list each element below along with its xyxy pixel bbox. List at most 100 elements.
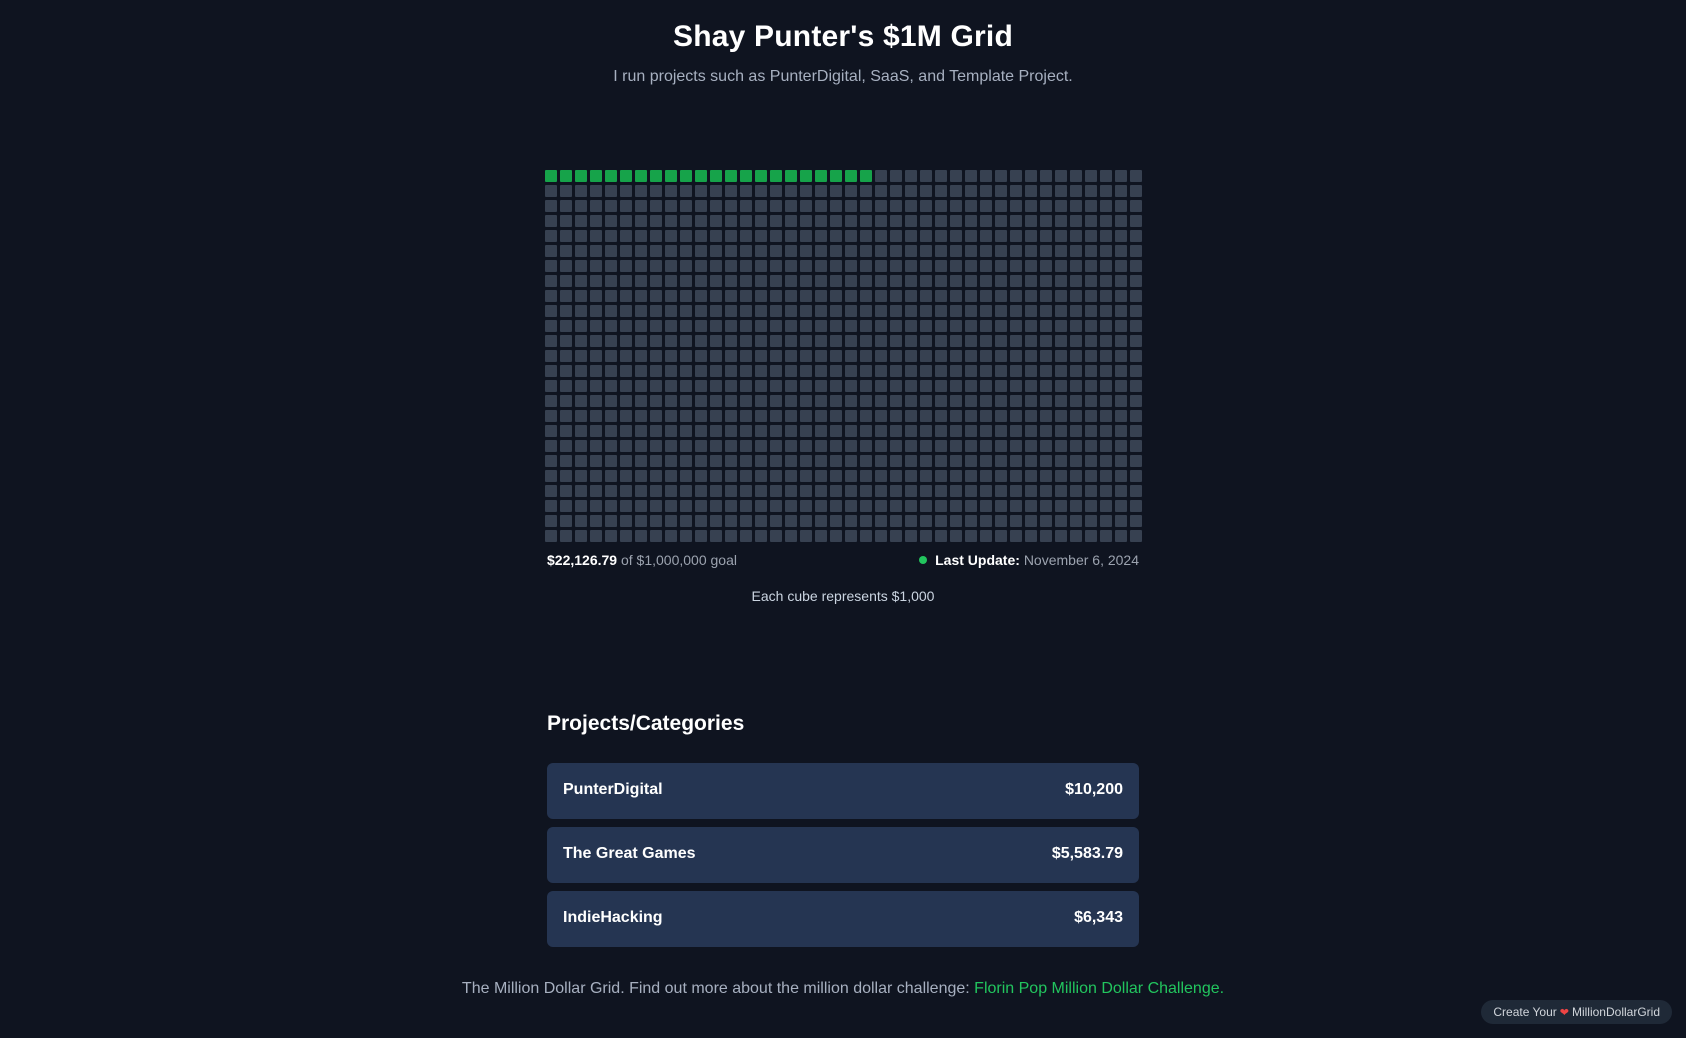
- grid-cube-empty: [995, 170, 1007, 182]
- grid-cube-empty: [845, 410, 857, 422]
- project-item-punterdigital[interactable]: PunterDigital $10,200: [547, 763, 1139, 819]
- grid-cube-empty: [545, 380, 557, 392]
- grid-cube-empty: [1055, 395, 1067, 407]
- grid-cube-empty: [560, 350, 572, 362]
- grid-cube-empty: [770, 230, 782, 242]
- grid-cube-empty: [800, 305, 812, 317]
- grid-cube-empty: [560, 320, 572, 332]
- grid-cube-empty: [995, 410, 1007, 422]
- grid-cube-empty: [605, 425, 617, 437]
- grid-cube-empty: [830, 425, 842, 437]
- grid-cube-empty: [890, 380, 902, 392]
- grid-cube-empty: [605, 200, 617, 212]
- grid-cube-empty: [875, 245, 887, 257]
- grid-cube-empty: [830, 380, 842, 392]
- grid-cube-empty: [980, 485, 992, 497]
- grid-cube-empty: [1130, 365, 1142, 377]
- grid-cube-empty: [800, 260, 812, 272]
- grid-cube-empty: [590, 410, 602, 422]
- grid-cube-empty: [755, 515, 767, 527]
- grid-cube-empty: [860, 425, 872, 437]
- project-item-the-great-games[interactable]: The Great Games $5,583.79: [547, 827, 1139, 883]
- grid-cube-empty: [980, 500, 992, 512]
- grid-cube-empty: [995, 500, 1007, 512]
- grid-cube-empty: [995, 215, 1007, 227]
- grid-cube-empty: [980, 230, 992, 242]
- grid-cube-empty: [785, 185, 797, 197]
- grid-cube-empty: [620, 365, 632, 377]
- grid-cube-empty: [545, 470, 557, 482]
- grid-cube-empty: [710, 200, 722, 212]
- grid-cube-empty: [980, 440, 992, 452]
- grid-cube-empty: [1055, 215, 1067, 227]
- grid-cube-filled: [785, 170, 797, 182]
- grid-cube-filled: [575, 170, 587, 182]
- grid-cube-empty: [1070, 365, 1082, 377]
- grid-cube-empty: [965, 260, 977, 272]
- grid-cube-empty: [920, 350, 932, 362]
- grid-cube-empty: [680, 440, 692, 452]
- grid-cube-empty: [1070, 275, 1082, 287]
- create-grid-badge[interactable]: Create Your ❤ MillionDollarGrid: [1481, 1000, 1672, 1024]
- grid-cube-empty: [1040, 440, 1052, 452]
- grid-cube-empty: [875, 350, 887, 362]
- grid-cube-empty: [575, 335, 587, 347]
- grid-cube-empty: [695, 305, 707, 317]
- grid-cube-empty: [575, 305, 587, 317]
- grid-cube-empty: [1085, 455, 1097, 467]
- grid-cube-empty: [575, 530, 587, 542]
- project-amount: $6,343: [1074, 909, 1123, 926]
- grid-cube-empty: [1025, 215, 1037, 227]
- progress-summary: $22,126.79 of $1,000,000 goal: [547, 552, 737, 568]
- grid-cube-empty: [575, 500, 587, 512]
- grid-cube-empty: [965, 215, 977, 227]
- grid-cube-empty: [1100, 350, 1112, 362]
- grid-cube-empty: [1115, 440, 1127, 452]
- grid-cube-empty: [845, 485, 857, 497]
- grid-cube-empty: [605, 290, 617, 302]
- grid-cube-empty: [800, 365, 812, 377]
- grid-cube-empty: [950, 200, 962, 212]
- grid-cube-empty: [590, 215, 602, 227]
- grid-cube-empty: [1010, 275, 1022, 287]
- grid-cube-empty: [920, 290, 932, 302]
- grid-cube-empty: [920, 470, 932, 482]
- grid-cube-empty: [950, 305, 962, 317]
- grid-cube-empty: [740, 365, 752, 377]
- grid-cube-empty: [605, 395, 617, 407]
- grid-cube-empty: [980, 470, 992, 482]
- grid-cube-empty: [845, 515, 857, 527]
- page-subtitle: I run projects such as PunterDigital, Sa…: [613, 68, 1073, 85]
- grid-cube-empty: [665, 410, 677, 422]
- grid-cube-empty: [935, 410, 947, 422]
- grid-cube-empty: [1070, 335, 1082, 347]
- challenge-link[interactable]: Florin Pop Million Dollar Challenge.: [974, 980, 1224, 997]
- grid-cube-empty: [800, 200, 812, 212]
- grid-cube-empty: [1025, 440, 1037, 452]
- grid-cube-empty: [965, 500, 977, 512]
- grid-cube-empty: [860, 245, 872, 257]
- projects-heading: Projects/Categories: [547, 712, 745, 735]
- grid-cube-empty: [905, 410, 917, 422]
- grid-cube-empty: [995, 290, 1007, 302]
- project-item-indiehacking[interactable]: IndieHacking $6,343: [547, 891, 1139, 947]
- grid-cube-empty: [965, 365, 977, 377]
- grid-cube-empty: [1055, 365, 1067, 377]
- grid-cube-empty: [635, 290, 647, 302]
- grid-cube-empty: [755, 530, 767, 542]
- grid-cube-empty: [1085, 290, 1097, 302]
- grid-cube-empty: [1115, 185, 1127, 197]
- grid-cube-empty: [1085, 440, 1097, 452]
- grid-cube-empty: [695, 320, 707, 332]
- grid-cube-empty: [605, 185, 617, 197]
- grid-cube-empty: [965, 395, 977, 407]
- grid-cube-empty: [860, 515, 872, 527]
- grid-cube-empty: [545, 185, 557, 197]
- grid-cube-empty: [665, 305, 677, 317]
- grid-cube-empty: [830, 185, 842, 197]
- grid-cube-empty: [1055, 455, 1067, 467]
- grid-cube-empty: [905, 380, 917, 392]
- grid-cube-empty: [860, 530, 872, 542]
- grid-cube-empty: [650, 335, 662, 347]
- grid-cube-empty: [800, 275, 812, 287]
